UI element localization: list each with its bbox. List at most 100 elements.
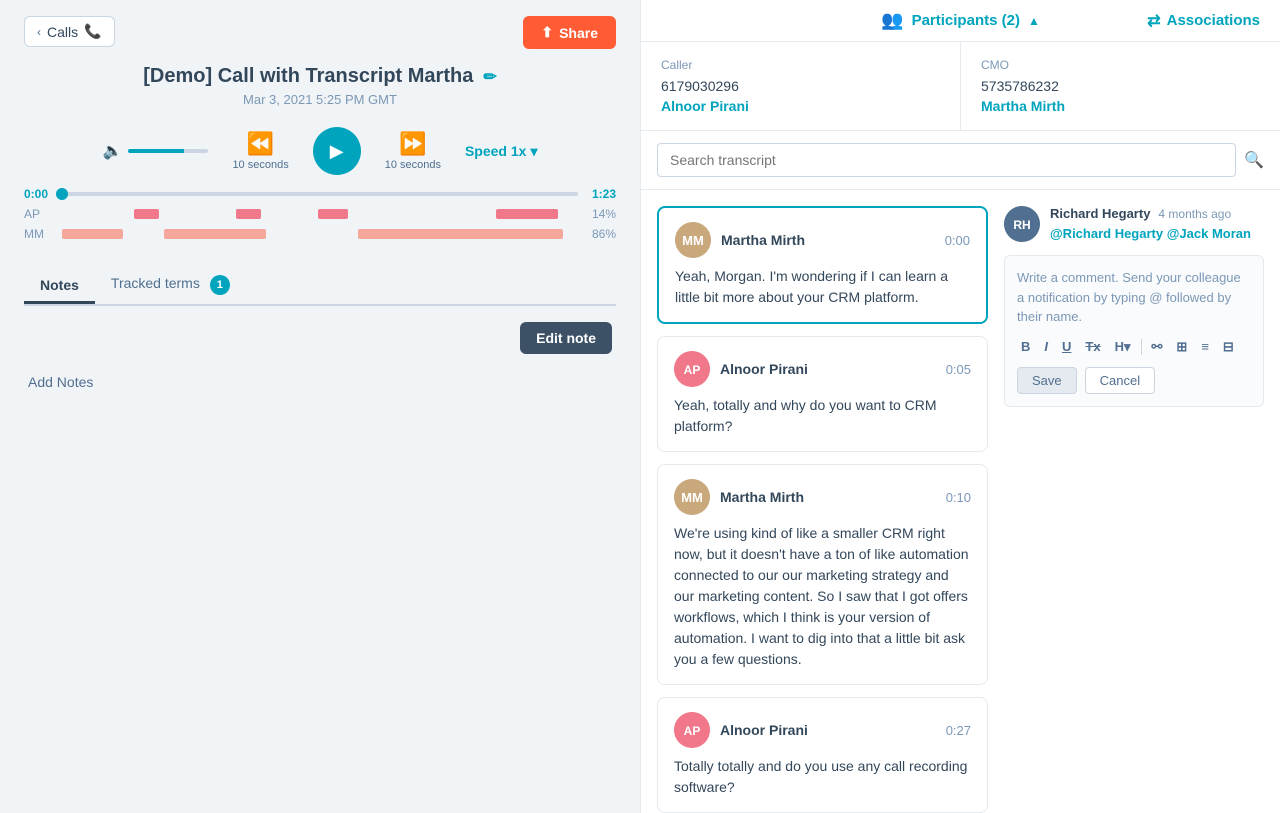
chevron-up-icon: ▲	[1028, 14, 1040, 28]
ap-segment-3	[318, 209, 349, 219]
mm-segment-4	[369, 229, 563, 239]
phone-icon: 📞	[84, 23, 101, 40]
search-input[interactable]	[657, 143, 1236, 177]
skip-fwd-button[interactable]: ⏩ 10 seconds	[385, 131, 441, 171]
write-comment-area: Write a comment. Send your colleague a n…	[1004, 255, 1264, 407]
avatar: RH	[1004, 206, 1040, 242]
avatar-image-mm1: MM	[675, 222, 711, 258]
svg-text:AP: AP	[684, 724, 701, 738]
skip-back-label: 10 seconds	[232, 159, 288, 171]
skip-back-button[interactable]: ⏪ 10 seconds	[232, 131, 288, 171]
entry-time-2: 0:10	[946, 490, 971, 505]
mention-richard: @Richard Hegarty	[1050, 226, 1163, 241]
caller-phone: 6179030296	[661, 78, 940, 94]
avatar: AP	[674, 712, 710, 748]
volume-bar[interactable]	[128, 149, 208, 153]
edit-title-icon[interactable]: ✏	[483, 67, 496, 87]
speaker-label-ap: AP	[24, 207, 54, 221]
format-dropdown-button[interactable]: H▾	[1111, 337, 1135, 357]
svg-text:MM: MM	[682, 233, 704, 248]
mm-segment-2	[164, 229, 266, 239]
comment-placeholder[interactable]: Write a comment. Send your colleague a n…	[1017, 268, 1251, 327]
list-item: RH Richard Hegarty 4 months ago @Richard…	[1004, 206, 1264, 243]
associations-button[interactable]: ⇄ Associations	[1147, 11, 1260, 31]
cancel-comment-button[interactable]: Cancel	[1085, 367, 1155, 394]
speed-button[interactable]: Speed 1x ▾	[465, 143, 538, 160]
entry-speaker-2: MM Martha Mirth	[674, 479, 804, 515]
share-button[interactable]: ⬆ Share	[523, 16, 616, 49]
entry-text-3: Totally totally and do you use any call …	[674, 756, 971, 798]
call-title: [Demo] Call with Transcript Martha ✏	[24, 65, 616, 88]
strikethrough-button[interactable]: Tx	[1081, 337, 1104, 356]
cmo-phone: 5735786232	[981, 78, 1260, 94]
entry-time-0: 0:00	[945, 233, 970, 248]
mm-segment-1	[62, 229, 123, 239]
comment-text: @Richard Hegarty @Jack Moran	[1050, 225, 1264, 243]
avatar-image-mm2: MM	[674, 479, 710, 515]
comment-actions: Save Cancel	[1017, 367, 1251, 394]
save-comment-button[interactable]: Save	[1017, 367, 1077, 394]
speaker-row-ap: AP 14%	[24, 207, 616, 221]
table-row: MM Martha Mirth 0:00 Yeah, Morgan. I'm w…	[657, 206, 988, 324]
caller-name[interactable]: Alnoor Pirani	[661, 98, 940, 114]
table-button[interactable]: ⊟	[1219, 337, 1238, 357]
participant-card-caller: Caller 6179030296 Alnoor Pirani	[641, 42, 961, 130]
participants-panel: Caller 6179030296 Alnoor Pirani CMO 5735…	[641, 42, 1280, 131]
volume-icon: 🔈	[103, 141, 123, 161]
speaker-name-3: Alnoor Pirani	[720, 722, 808, 738]
tabs-section: Notes Tracked terms 1 Edit note Add Note…	[24, 267, 616, 390]
comment-panel: RH Richard Hegarty 4 months ago @Richard…	[1004, 206, 1264, 797]
comment-toolbar: B I U Tx H▾ ⚯ ⊞ ≡ ⊟	[1017, 337, 1251, 357]
progress-thumb	[56, 188, 68, 200]
participants-icon: 👥	[881, 10, 903, 31]
add-notes-link[interactable]: Add Notes	[28, 366, 612, 390]
calls-button[interactable]: ‹ Calls 📞	[24, 16, 115, 47]
edit-note-button[interactable]: Edit note	[520, 322, 612, 354]
table-row: AP Alnoor Pirani 0:27 Totally totally an…	[657, 697, 988, 813]
time-start: 0:00	[24, 187, 54, 201]
align-button[interactable]: ≡	[1197, 337, 1213, 356]
entry-time-1: 0:05	[946, 362, 971, 377]
cmo-name[interactable]: Martha Mirth	[981, 98, 1260, 114]
right-panel: 👥 Participants (2) ▲ ⇄ Associations Call…	[640, 0, 1280, 813]
entry-speaker-0: MM Martha Mirth	[675, 222, 805, 258]
image-button[interactable]: ⊞	[1172, 337, 1191, 357]
share-icon: ⬆	[541, 24, 553, 41]
tab-tracked-terms[interactable]: Tracked terms 1	[95, 267, 246, 306]
underline-button[interactable]: U	[1058, 337, 1075, 356]
tab-notes[interactable]: Notes	[24, 269, 95, 304]
entry-speaker-1: AP Alnoor Pirani	[674, 351, 808, 387]
bold-button[interactable]: B	[1017, 337, 1034, 356]
caller-role-label: Caller	[661, 58, 940, 72]
speaker-track-mm	[62, 229, 573, 239]
time-end: 1:23	[586, 187, 616, 201]
speaker-pct-mm: 86%	[581, 227, 616, 241]
left-panel: ‹ Calls 📞 ⬆ Share [Demo] Call with Trans…	[0, 0, 640, 813]
speed-label: Speed 1x	[465, 143, 526, 159]
play-button[interactable]: ▶	[313, 127, 361, 175]
progress-track[interactable]	[62, 192, 578, 196]
participants-button[interactable]: 👥 Participants (2) ▲	[881, 10, 1040, 31]
skip-back-icon: ⏪	[247, 131, 274, 157]
skip-fwd-icon: ⏩	[399, 131, 426, 157]
top-bar: ‹ Calls 📞 ⬆ Share	[24, 16, 616, 49]
speaker-name-2: Martha Mirth	[720, 489, 804, 505]
mention-jack: @Jack Moran	[1167, 226, 1251, 241]
tabs-header: Notes Tracked terms 1	[24, 267, 616, 306]
svg-text:MM: MM	[681, 490, 703, 505]
avatar: MM	[675, 222, 711, 258]
comment-body: Richard Hegarty 4 months ago @Richard He…	[1050, 206, 1264, 243]
entry-text-2: We're using kind of like a smaller CRM r…	[674, 523, 971, 670]
link-button[interactable]: ⚯	[1148, 337, 1167, 357]
search-icon[interactable]: 🔍	[1244, 150, 1264, 170]
italic-button[interactable]: I	[1040, 337, 1052, 356]
comment-time: 4 months ago	[1158, 207, 1231, 221]
tab-notes-label: Notes	[40, 277, 79, 293]
timeline-bar: 0:00 1:23	[24, 187, 616, 201]
skip-fwd-label: 10 seconds	[385, 159, 441, 171]
transcript-area: MM Martha Mirth 0:00 Yeah, Morgan. I'm w…	[641, 190, 1280, 813]
call-title-text: [Demo] Call with Transcript Martha	[143, 65, 473, 88]
entry-header-1: AP Alnoor Pirani 0:05	[674, 351, 971, 387]
search-bar: 🔍	[641, 131, 1280, 190]
avatar-image-rh: RH	[1004, 206, 1040, 242]
